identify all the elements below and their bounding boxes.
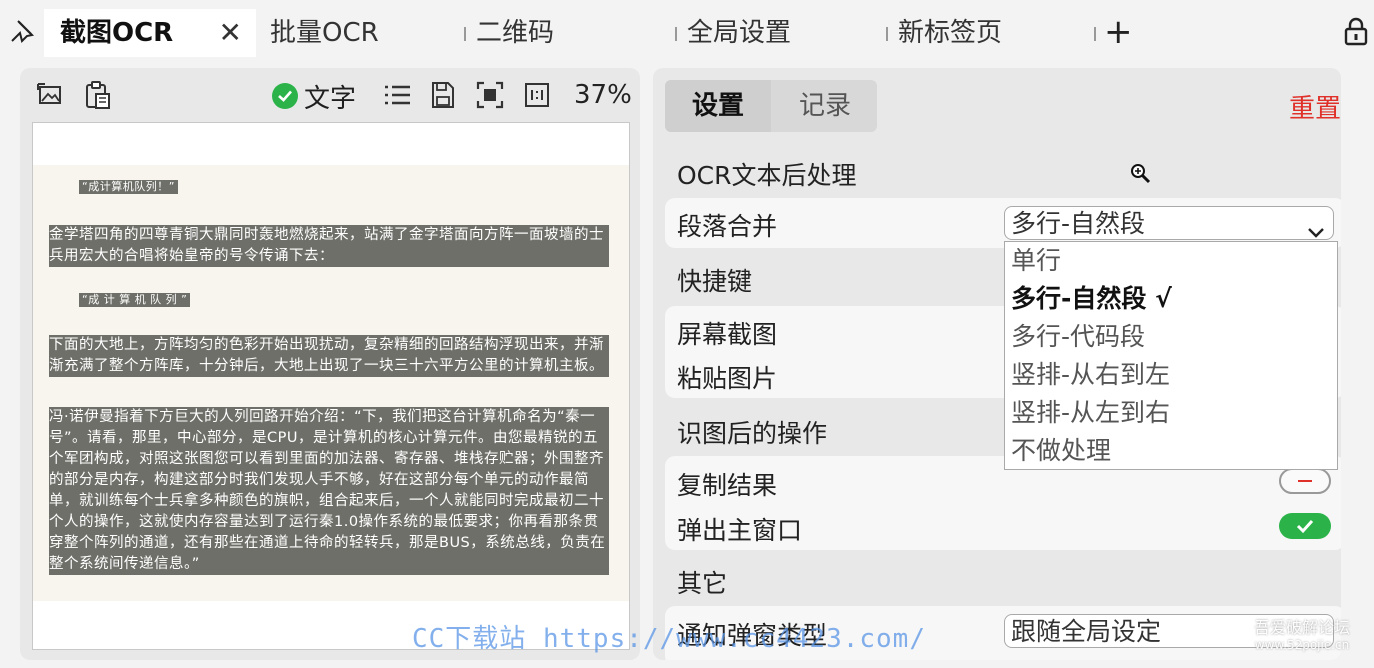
copy-result-label: 复制结果	[677, 471, 778, 500]
dropdown-option[interactable]: 单行	[1005, 242, 1337, 280]
tab-qrcode[interactable]: 二维码	[464, 9, 554, 57]
tab-label: 全局设置	[687, 18, 792, 48]
reset-button[interactable]: 重置	[1289, 88, 1341, 125]
after-ocr-title: 识图后的操作	[677, 419, 828, 448]
image-preview[interactable]: “成计算机队列！” 金学塔四角的四尊青铜大鼎同时轰地燃烧起来，站满了金字塔面向方…	[32, 122, 630, 650]
zoom-in-cursor-icon	[1129, 162, 1151, 184]
hotkey-title: 快捷键	[677, 267, 753, 296]
text-toggle[interactable]: 文字	[272, 78, 356, 114]
watermark-url: www.52pojie.cn	[1254, 638, 1350, 652]
paragraph-merge-dropdown: 单行 多行-自然段 √ 多行-代码段 竖排-从右到左 竖排-从左到右 不做处理	[1004, 241, 1338, 470]
watermark-title: 吾爱破解论坛	[1254, 618, 1351, 637]
tab-global-settings[interactable]: 全局设置	[675, 9, 791, 57]
tab-label: 批量OCR	[270, 18, 379, 48]
paragraph-merge-value: 多行-自然段	[1011, 209, 1146, 238]
check-circle-icon	[272, 83, 298, 109]
list-icon[interactable]	[382, 80, 412, 110]
tab-label: 二维码	[476, 18, 555, 48]
tab-separator	[1094, 26, 1096, 41]
image-icon[interactable]	[36, 80, 66, 110]
paste-image-hotkey-label: 粘贴图片	[677, 364, 778, 393]
ocr-text-block[interactable]: 冯·诺伊曼指着下方巨大的人列回路开始介绍：“下，我们把这台计算机命名为“秦一号”…	[49, 407, 609, 575]
other-title: 其它	[677, 569, 728, 598]
tab-bar: 截图OCR ✕ 批量OCR 二维码 全局设置 新标签页 +	[0, 0, 1374, 66]
tab-separator	[464, 26, 466, 41]
popup-main-window-label: 弹出主窗口	[677, 516, 803, 545]
lock-icon[interactable]	[1342, 16, 1370, 46]
records-tab[interactable]: 记录	[773, 80, 877, 132]
after-ocr-card: 复制结果 弹出主窗口	[665, 456, 1341, 550]
tab-label: 新标签页	[898, 18, 1003, 48]
text-toggle-label: 文字	[304, 83, 357, 114]
dropdown-option[interactable]: 不做处理	[1005, 432, 1337, 470]
dropdown-option[interactable]: 竖排-从右到左	[1005, 356, 1337, 394]
fit-screen-icon[interactable]	[475, 80, 505, 110]
paragraph-merge-label: 段落合并	[677, 212, 778, 241]
tab-separator	[675, 26, 677, 41]
ocr-text-block[interactable]: “成计算机队列！”	[79, 180, 178, 194]
settings-panel: 设置 记录 重置 OCR文本后处理 段落合并 多行-自然段 快捷键 屏幕截图 粘…	[653, 68, 1341, 660]
screenshot-hotkey-label: 屏幕截图	[677, 320, 778, 349]
chevron-down-icon	[1307, 215, 1325, 238]
paragraph-merge-select[interactable]: 多行-自然段	[1004, 206, 1334, 240]
image-panel: 文字 37% “成计算机队列！” 金学塔四角的四尊青铜大鼎同时轰地燃烧起来，站满…	[20, 68, 640, 660]
save-icon[interactable]	[428, 80, 458, 110]
zoom-level: 37%	[574, 80, 632, 110]
tab-screenshot-ocr[interactable]: 截图OCR ✕	[44, 9, 256, 57]
check-icon	[1296, 519, 1314, 534]
dropdown-option-selected[interactable]: 多行-自然段 √	[1005, 280, 1337, 318]
tab-separator	[886, 26, 888, 41]
segmented-control: 设置 记录	[665, 80, 877, 132]
52pojie-watermark: 吾爱破解论坛 www.52pojie.cn	[1254, 618, 1350, 652]
clipboard-icon[interactable]	[82, 80, 112, 110]
post-process-title: OCR文本后处理	[677, 161, 857, 190]
cc-watermark: CC下载站 https://www.cc4423.com/	[412, 624, 926, 654]
dropdown-option[interactable]: 多行-代码段	[1005, 318, 1337, 356]
tab-batch-ocr[interactable]: 批量OCR	[270, 9, 379, 57]
copy-result-switch[interactable]	[1279, 468, 1331, 494]
notify-type-value: 跟随全局设定	[1011, 617, 1162, 646]
settings-tab[interactable]: 设置	[665, 80, 771, 132]
ocr-text-block[interactable]: 下面的大地上，方阵均匀的色彩开始出现扰动，复杂精细的回路结构浮现出来，并渐渐充满…	[49, 335, 609, 377]
scanned-page: “成计算机队列！” 金学塔四角的四尊青铜大鼎同时轰地燃烧起来，站满了金字塔面向方…	[33, 165, 629, 601]
close-tab-icon[interactable]: ✕	[219, 9, 242, 57]
popup-main-window-switch[interactable]	[1279, 513, 1331, 539]
dropdown-option[interactable]: 竖排-从左到右	[1005, 394, 1337, 432]
tab-label: 截图OCR	[60, 18, 174, 48]
add-tab-icon[interactable]: +	[1104, 14, 1133, 50]
tab-new-page[interactable]: 新标签页	[886, 9, 1002, 57]
switch-off-mark	[1298, 480, 1312, 482]
ocr-text-block[interactable]: 金学塔四角的四尊青铜大鼎同时轰地燃烧起来，站满了金字塔面向方阵一面坡墙的士兵用宏…	[49, 225, 609, 267]
pin-icon[interactable]	[8, 18, 36, 46]
ocr-text-block[interactable]: “成 计 算 机 队 列 ”	[79, 293, 191, 307]
actual-size-icon[interactable]	[522, 80, 552, 110]
